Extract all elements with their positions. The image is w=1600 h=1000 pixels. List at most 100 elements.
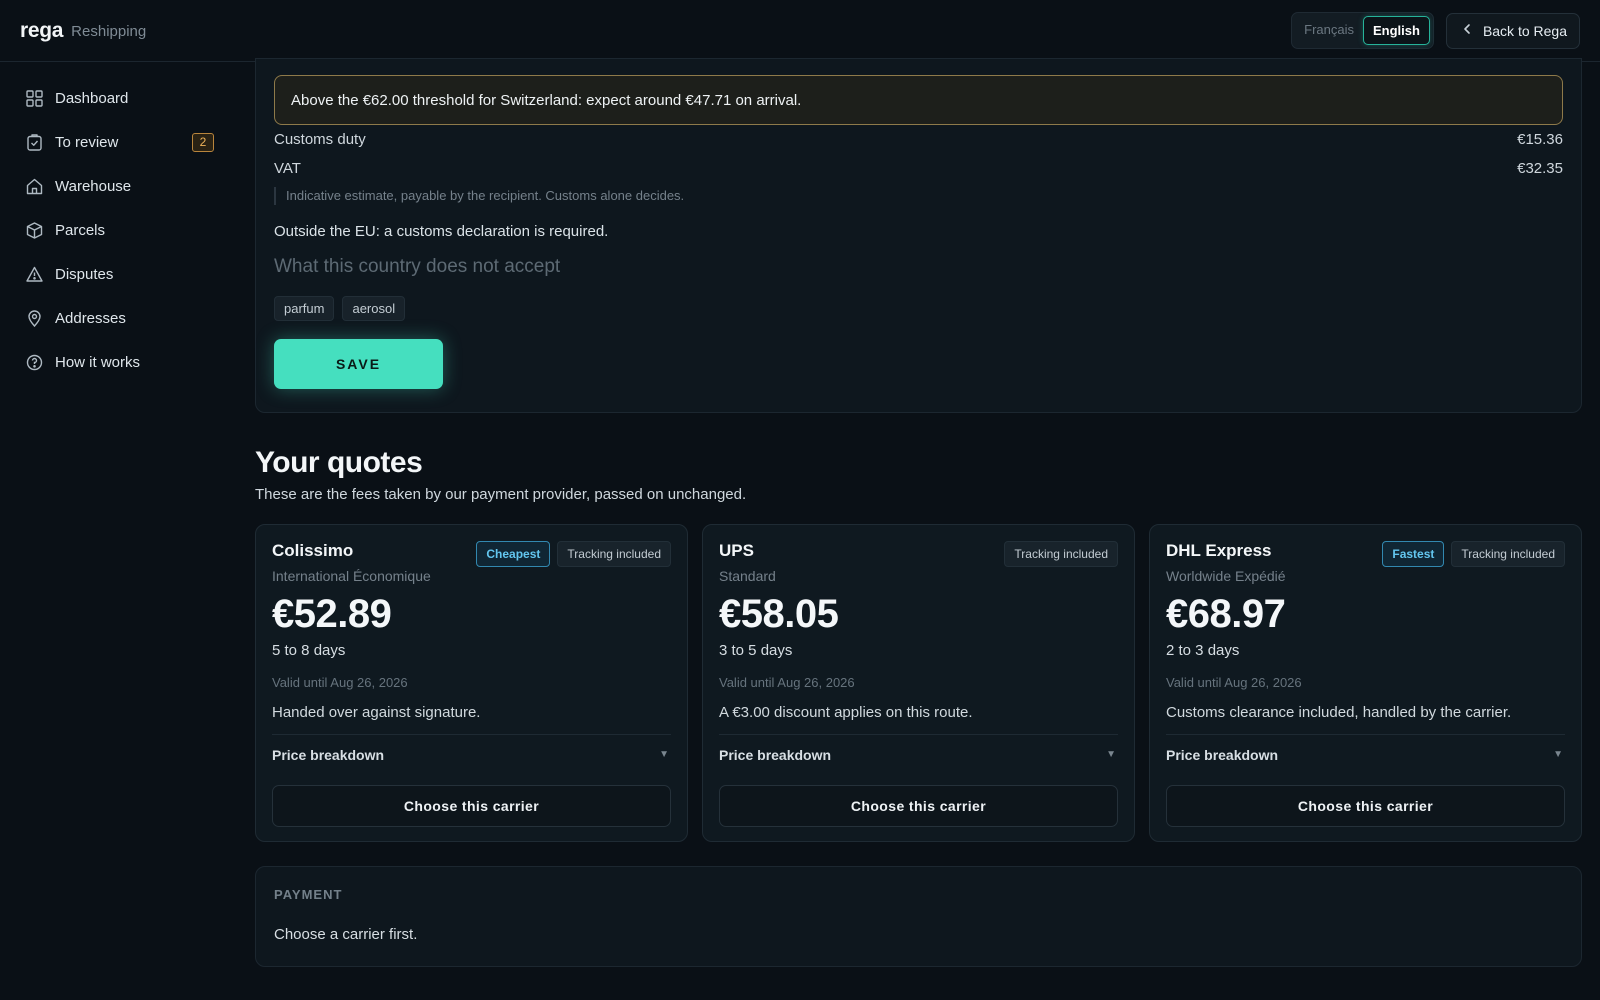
sidebar-item-label: Parcels	[55, 221, 106, 239]
choose-carrier-button[interactable]: Choose this carrier	[272, 785, 671, 827]
price-breakdown-toggle[interactable]: Price breakdown ▼	[272, 734, 671, 772]
carrier-name: UPS	[719, 541, 754, 560]
cheapest-badge: Cheapest	[476, 541, 551, 567]
sidebar-item-label: Disputes	[55, 265, 114, 283]
grid-icon	[25, 89, 43, 107]
tag-chip[interactable]: aerosol	[342, 296, 406, 321]
save-button[interactable]: SAVE	[274, 339, 443, 389]
sidebar-item-addresses[interactable]: Addresses	[0, 296, 236, 340]
vat-value: €32.35	[1517, 160, 1563, 177]
quote-note: Handed over against signature.	[272, 704, 481, 721]
sidebar: Dashboard To review 2 Warehouse Parcels …	[0, 62, 236, 1000]
warning-icon	[25, 265, 43, 283]
carrier-service: Worldwide Expédié	[1166, 568, 1286, 584]
customs-duty-value: €15.36	[1517, 131, 1563, 148]
sidebar-item-label: Dashboard	[55, 89, 129, 107]
quote-card-ups: UPS Standard Tracking included €58.05 3 …	[702, 524, 1135, 842]
card-badges: Fastest Tracking included	[1382, 541, 1565, 567]
tag-chip[interactable]: parfum	[274, 296, 335, 321]
customs-card: Above the €62.00 threshold for Switzerla…	[255, 58, 1582, 413]
brand-logo[interactable]: rega	[20, 19, 63, 43]
sidebar-item-label: Warehouse	[55, 177, 132, 195]
quote-price: €68.97	[1166, 592, 1286, 636]
top-bar: rega Reshipping Français English Back to…	[0, 0, 1600, 62]
estimate-note: Indicative estimate, payable by the reci…	[274, 187, 1563, 205]
outside-eu-notice: Outside the EU: a customs declaration is…	[274, 223, 609, 240]
tracking-badge: Tracking included	[1451, 541, 1565, 567]
tracking-badge: Tracking included	[1004, 541, 1118, 567]
card-header: Colissimo International Économique Cheap…	[272, 541, 671, 584]
quote-note: Customs clearance included, handled by t…	[1166, 704, 1512, 721]
caret-down-icon: ▼	[659, 749, 669, 760]
payment-message: Choose a carrier first.	[274, 926, 418, 943]
quote-card-colissimo: Colissimo International Économique Cheap…	[255, 524, 688, 842]
valid-until: Valid until Aug 26, 2026	[272, 675, 408, 690]
top-right-actions: Français English Back to Rega	[1291, 12, 1580, 49]
tracking-badge: Tracking included	[557, 541, 671, 567]
delivery-days: 2 to 3 days	[1166, 642, 1240, 659]
box-icon	[25, 221, 43, 239]
language-switch: Français English	[1291, 12, 1434, 49]
quotes-subtitle: These are the fees taken by our payment …	[255, 486, 747, 503]
delivery-days: 3 to 5 days	[719, 642, 793, 659]
sidebar-item-label: To review	[55, 133, 119, 151]
caret-down-icon: ▼	[1106, 749, 1116, 760]
price-breakdown-toggle[interactable]: Price breakdown ▼	[1166, 734, 1565, 772]
carrier-name: Colissimo	[272, 541, 354, 560]
language-english-button[interactable]: English	[1362, 16, 1430, 45]
quote-card-dhl: DHL Express Worldwide Expédié Fastest Tr…	[1149, 524, 1582, 842]
card-badges: Tracking included	[1004, 541, 1118, 567]
threshold-notice: Above the €62.00 threshold for Switzerla…	[274, 75, 1563, 125]
quote-cards: Colissimo International Économique Cheap…	[255, 524, 1582, 842]
chevron-left-icon	[1461, 23, 1473, 39]
clipboard-check-icon	[25, 133, 43, 151]
fastest-badge: Fastest	[1382, 541, 1445, 567]
not-accepted-input[interactable]: What this country does not accept	[274, 256, 1563, 278]
caret-down-icon: ▼	[1553, 749, 1563, 760]
price-breakdown-label: Price breakdown	[272, 746, 385, 763]
sidebar-item-parcels[interactable]: Parcels	[0, 208, 236, 252]
price-breakdown-label: Price breakdown	[1166, 746, 1279, 763]
price-breakdown-toggle[interactable]: Price breakdown ▼	[719, 734, 1118, 772]
map-pin-icon	[25, 309, 43, 327]
valid-until: Valid until Aug 26, 2026	[719, 675, 855, 690]
sidebar-item-warehouse[interactable]: Warehouse	[0, 164, 236, 208]
card-header: UPS Standard Tracking included	[719, 541, 1118, 584]
payment-section: PAYMENT Choose a carrier first.	[255, 866, 1582, 967]
card-badges: Cheapest Tracking included	[476, 541, 671, 567]
back-to-rega-button[interactable]: Back to Rega	[1445, 12, 1580, 49]
carrier-name: DHL Express	[1166, 541, 1272, 560]
quote-price: €52.89	[272, 592, 392, 636]
home-icon	[25, 177, 43, 195]
quote-note: A €3.00 discount applies on this route.	[719, 704, 973, 721]
sidebar-item-label: Addresses	[55, 309, 126, 327]
sidebar-item-disputes[interactable]: Disputes	[0, 252, 236, 296]
card-header: DHL Express Worldwide Expédié Fastest Tr…	[1166, 541, 1565, 584]
help-circle-icon	[25, 353, 43, 371]
sidebar-item-to-review[interactable]: To review 2	[0, 120, 236, 164]
sidebar-item-how-it-works[interactable]: How it works	[0, 340, 236, 384]
carrier-info: DHL Express Worldwide Expédié	[1166, 541, 1286, 584]
choose-carrier-button[interactable]: Choose this carrier	[719, 785, 1118, 827]
payment-label: PAYMENT	[274, 887, 343, 902]
quotes-title: Your quotes	[255, 446, 423, 479]
language-french-button[interactable]: Français	[1295, 16, 1363, 45]
back-to-rega-label: Back to Rega	[1482, 22, 1567, 39]
review-count-badge: 2	[192, 132, 214, 152]
delivery-days: 5 to 8 days	[272, 642, 346, 659]
carrier-info: Colissimo International Économique	[272, 541, 431, 584]
sidebar-item-dashboard[interactable]: Dashboard	[0, 76, 236, 120]
quote-price: €58.05	[719, 592, 839, 636]
carrier-service: International Économique	[272, 568, 431, 584]
vat-label: VAT	[274, 160, 301, 177]
carrier-info: UPS Standard	[719, 541, 776, 584]
vat-row: VAT €32.35	[274, 154, 1563, 183]
sidebar-item-label: How it works	[55, 353, 141, 371]
carrier-service: Standard	[719, 568, 776, 584]
valid-until: Valid until Aug 26, 2026	[1166, 675, 1302, 690]
customs-duty-row: Customs duty €15.36	[274, 125, 1563, 154]
choose-carrier-button[interactable]: Choose this carrier	[1166, 785, 1565, 827]
not-accepted-tags: parfum aerosol	[274, 296, 1563, 321]
price-breakdown-label: Price breakdown	[719, 746, 832, 763]
brand-subtitle: Reshipping	[71, 23, 147, 40]
